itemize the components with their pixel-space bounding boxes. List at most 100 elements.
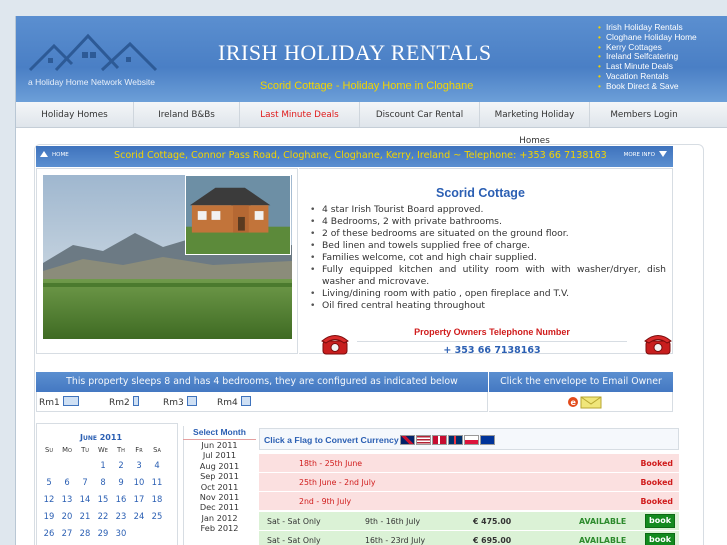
feature-item: Bed linen and towels supplied free of ch…	[308, 240, 666, 252]
calendar-day[interactable]: 20	[58, 507, 76, 524]
month-list: Jun 2011 Jul 2011 Aug 2011 Sep 2011 Oct …	[183, 439, 256, 534]
nav-members-login[interactable]: Members Login	[590, 102, 698, 127]
calendar-day[interactable]: 16	[112, 490, 130, 507]
room-2[interactable]: Rm2	[109, 396, 139, 408]
calendar-day[interactable]: 28	[76, 524, 94, 541]
month-option[interactable]: Dec 2011	[183, 502, 256, 512]
site-subtitle: Scorid Cottage - Holiday Home in Cloghan…	[260, 80, 474, 92]
telephone-icon	[321, 335, 349, 355]
month-option[interactable]: Nov 2011	[183, 492, 256, 502]
nav-holiday-homes[interactable]: Holiday Homes	[16, 102, 134, 127]
calendar-day[interactable]: 7	[76, 473, 94, 490]
currency-flags-row: Click a Flag to Convert Currency	[259, 428, 679, 450]
month-option[interactable]: Jun 2011	[183, 440, 256, 450]
calendar-day[interactable]: 19	[40, 507, 58, 524]
book-button[interactable]: book	[645, 514, 675, 528]
calendar-day[interactable]: 9	[112, 473, 130, 490]
weekday-label: Su	[45, 446, 53, 454]
calendar-day[interactable]: 3	[130, 456, 148, 473]
calendar-day[interactable]: 24	[130, 507, 148, 524]
available-status: AVAILABLE	[579, 517, 627, 526]
calendar-day	[76, 456, 94, 473]
calendar-day[interactable]: 10	[130, 473, 148, 490]
booked-row: 25th June - 2nd July Booked	[259, 473, 679, 492]
calendar-day[interactable]: 25	[148, 507, 166, 524]
calendar-day[interactable]: 12	[40, 490, 58, 507]
calendar-day[interactable]: 8	[94, 473, 112, 490]
calendar-day[interactable]: 30	[112, 524, 130, 541]
room-1[interactable]: Rm1	[39, 396, 79, 408]
svg-text:e: e	[571, 398, 577, 407]
uk-flag-icon[interactable]	[400, 435, 415, 445]
month-option[interactable]: Feb 2012	[183, 523, 256, 533]
nav-last-minute-deals[interactable]: Last Minute Deals	[240, 102, 360, 127]
calendar-day[interactable]: 17	[130, 490, 148, 507]
calendar-day[interactable]: 21	[76, 507, 94, 524]
calendar-day[interactable]: 2	[112, 456, 130, 473]
norway-flag-icon[interactable]	[448, 435, 463, 445]
calendar-day[interactable]: 6	[58, 473, 76, 490]
calendar-day[interactable]: 15	[94, 490, 112, 507]
single-bed-icon	[132, 396, 139, 406]
room-3[interactable]: Rm3	[163, 396, 197, 408]
denmark-flag-icon[interactable]	[432, 435, 447, 445]
email-owner-row: e	[489, 392, 673, 412]
poland-flag-icon[interactable]	[464, 435, 479, 445]
more-info-link[interactable]: MORE INFO	[624, 151, 667, 158]
room-4[interactable]: Rm4	[217, 396, 251, 408]
calendar-day[interactable]: 11	[148, 473, 166, 490]
month-selector-heading: Select Month	[193, 427, 246, 437]
feature-item: 2 of these bedrooms are situated on the …	[308, 228, 666, 240]
calendar-day[interactable]: 18	[148, 490, 166, 507]
calendar-day[interactable]: 23	[112, 507, 130, 524]
month-option[interactable]: Aug 2011	[183, 461, 256, 471]
room-label: Rm2	[109, 398, 130, 408]
month-option[interactable]: Oct 2011	[183, 482, 256, 492]
photo-frame	[36, 168, 298, 354]
weekday-label: We	[98, 446, 108, 454]
booking-dates: 18th - 25th June	[299, 459, 363, 468]
up-arrow-icon	[40, 151, 48, 157]
month-option[interactable]: Jul 2011	[183, 450, 256, 460]
email-envelope-icon[interactable]: e	[567, 395, 603, 409]
property-title: Scorid Cottage	[436, 186, 525, 200]
calendar-day[interactable]: 5	[40, 473, 58, 490]
month-option[interactable]: Sep 2011	[183, 471, 256, 481]
us-flag-icon[interactable]	[416, 435, 431, 445]
calendar-title: June 2011	[79, 433, 123, 442]
month-option[interactable]: Jan 2012	[183, 513, 256, 523]
calendar-day[interactable]: 22	[94, 507, 112, 524]
nav-discount-car-rental[interactable]: Discount Car Rental	[360, 102, 480, 127]
houses-logo-icon[interactable]	[26, 30, 171, 74]
home-link[interactable]: HOME	[40, 151, 69, 158]
feature-item: 4 Bedrooms, 2 with private bathrooms.	[308, 216, 666, 228]
weekday-label: Mo	[62, 446, 72, 454]
weekday-label: Th	[117, 446, 125, 454]
header-link-book-direct[interactable]: Book Direct & Save	[598, 81, 697, 92]
calendar-day[interactable]: 1	[94, 456, 112, 473]
owners-phone-number[interactable]: + 353 66 7138163	[357, 341, 627, 359]
eu-flag-icon[interactable]	[480, 435, 495, 445]
calendar-day[interactable]: 26	[40, 524, 58, 541]
currency-convert-label: Click a Flag to Convert Currency	[264, 435, 399, 445]
booking-dates: 2nd - 9th July	[299, 497, 352, 506]
calendar-day[interactable]: 29	[94, 524, 112, 541]
price: € 475.00	[473, 517, 512, 526]
calendar-day[interactable]: 27	[58, 524, 76, 541]
booking-dates: 16th - 23rd July	[365, 536, 426, 545]
telephone-icon	[644, 335, 672, 355]
calendar-day[interactable]: 13	[58, 490, 76, 507]
cottage-inset-photo[interactable]	[185, 175, 291, 255]
rental-type: Sat - Sat Only	[267, 517, 321, 526]
sleeps-info-bar: This property sleeps 8 and has 4 bedroom…	[36, 372, 488, 392]
calendar-day[interactable]: 4	[148, 456, 166, 473]
nav-ireland-bnbs[interactable]: Ireland B&Bs	[134, 102, 240, 127]
book-button[interactable]: book	[645, 533, 675, 545]
rental-type: Sat - Sat Only	[267, 536, 321, 545]
calendar-day[interactable]: 14	[76, 490, 94, 507]
nav-marketing-holiday-homes[interactable]: Marketing Holiday Homes	[480, 102, 590, 146]
booking-dates: 25th June - 2nd July	[299, 478, 376, 487]
property-address: Scorid Cottage, Connor Pass Road, Clogha…	[114, 150, 607, 161]
calendar-day	[40, 456, 58, 473]
booked-row: 18th - 25th June Booked	[259, 454, 679, 473]
